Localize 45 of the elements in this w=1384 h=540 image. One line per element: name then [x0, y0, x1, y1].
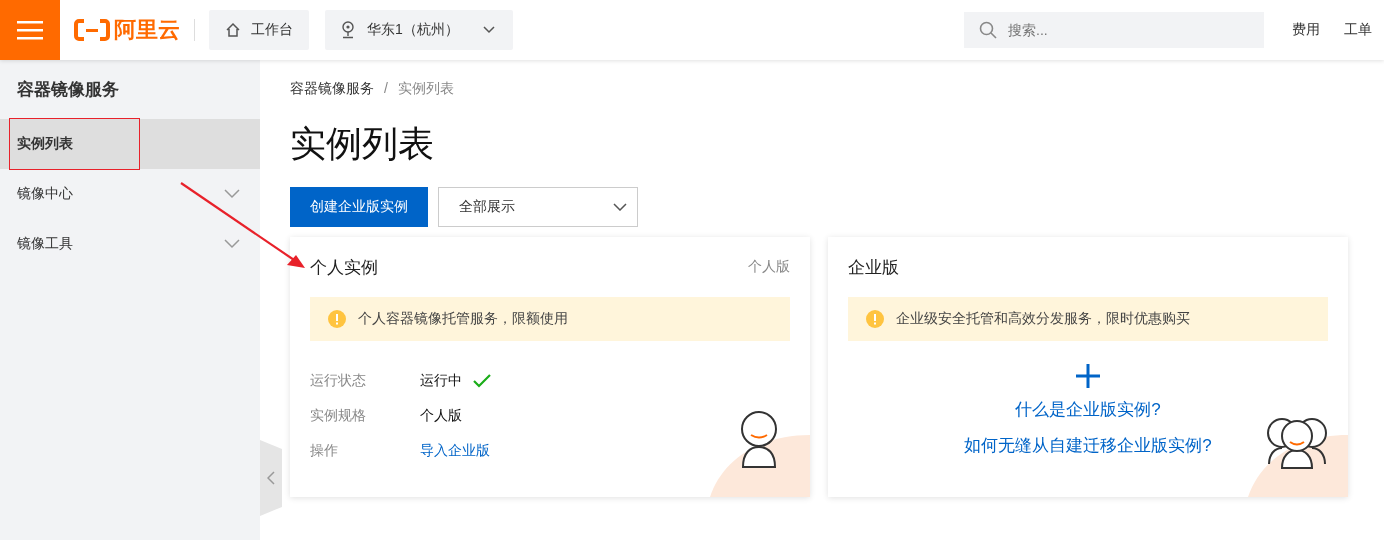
sidebar-item[interactable]: 实例列表: [0, 119, 260, 169]
header-link[interactable]: 工单: [1344, 21, 1372, 39]
check-icon: [472, 372, 492, 389]
region-selector[interactable]: 华东1（杭州）: [325, 10, 513, 50]
help-link[interactable]: 什么是企业版实例?: [1015, 395, 1161, 425]
chevron-down-icon: [482, 26, 495, 34]
sidebar-item[interactable]: 镜像工具: [0, 219, 260, 269]
search-field[interactable]: 搜索...: [964, 12, 1264, 48]
breadcrumb-separator: /: [384, 80, 388, 98]
workbench-button[interactable]: 工作台: [209, 10, 309, 50]
field-label: 运行状态: [310, 371, 367, 390]
card-title: 个人实例: [310, 256, 378, 279]
field-label: 实例规格: [310, 406, 367, 425]
create-button[interactable]: 创建企业版实例: [290, 187, 428, 227]
chevron-down-icon: [613, 203, 627, 211]
breadcrumb-link[interactable]: 实例列表: [397, 80, 454, 98]
filter-dropdown[interactable]: 全部展示: [438, 187, 638, 227]
sidebar-item[interactable]: 镜像中心: [0, 169, 260, 219]
notice-text: 个人容器镜像托管服务，限额使用: [358, 310, 568, 328]
menu-button[interactable]: [0, 0, 60, 60]
field-value: 个人版: [420, 406, 462, 425]
card-title: 企业版: [848, 256, 899, 279]
location-pin-icon: [341, 21, 355, 39]
warning-icon: [328, 310, 346, 328]
group-drawing: [1266, 416, 1328, 470]
status-value: 运行中: [420, 371, 462, 390]
menu-icon: [17, 20, 43, 40]
breadcrumb-link[interactable]: 容器镜像服务: [290, 80, 374, 98]
logo-icon: [74, 19, 110, 41]
field-label: 操作: [310, 441, 339, 460]
chevron-down-icon: [224, 189, 240, 199]
warning-icon: [866, 310, 884, 328]
search-icon: [979, 21, 997, 39]
edition-label: 个人版: [748, 258, 790, 276]
person-drawing: [738, 411, 780, 469]
help-link[interactable]: 如何无缝从自建迁移企业版实例?: [964, 431, 1212, 461]
home-icon: [225, 22, 241, 38]
chevron-left-icon: [267, 471, 275, 485]
plus-icon[interactable]: [1075, 363, 1101, 389]
page-title: 实例列表: [290, 122, 435, 166]
import-link[interactable]: 导入企业版: [420, 441, 490, 460]
notice-text: 企业级安全托管和高效分发服务，限时优惠购买: [896, 310, 1190, 328]
header-link[interactable]: 费用: [1292, 21, 1320, 39]
chevron-down-icon: [224, 239, 240, 249]
sidebar-title: 容器镜像服务: [16, 79, 120, 101]
